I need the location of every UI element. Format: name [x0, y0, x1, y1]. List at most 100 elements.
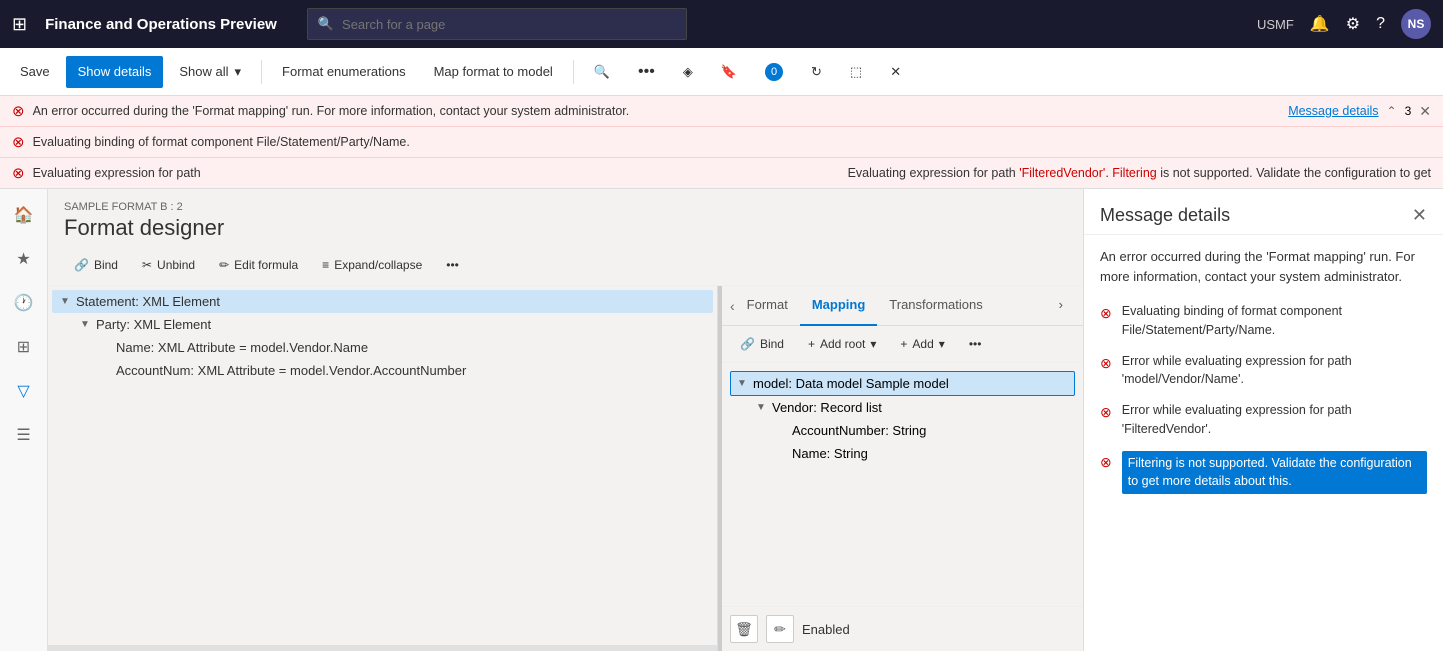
- tab-format[interactable]: Format: [735, 286, 800, 326]
- workspaces-icon[interactable]: ⊞: [9, 329, 38, 365]
- label-vendor: Vendor: Record list: [772, 400, 882, 415]
- bell-icon[interactable]: 🔔: [1310, 14, 1330, 34]
- msg-panel-close-button[interactable]: ✕: [1412, 205, 1427, 226]
- right-pane-bottom: 🗑 ✏ Enabled: [722, 606, 1083, 651]
- delete-icon: 🗑: [735, 621, 753, 638]
- favorites-icon[interactable]: ★: [8, 241, 38, 277]
- model-node-root[interactable]: ▼ model: Data model Sample model: [730, 371, 1075, 396]
- show-details-button[interactable]: Show details: [66, 56, 164, 88]
- msg-text-2: Error while evaluating expression for pa…: [1122, 352, 1427, 390]
- search-box[interactable]: 🔍: [307, 8, 687, 40]
- status-label: Enabled: [802, 622, 850, 637]
- error-icon-2: ⊗: [12, 133, 25, 151]
- msg-text-4: Filtering is not supported. Validate the…: [1122, 451, 1427, 495]
- message-details-panel: Message details ✕ An error occurred duri…: [1083, 189, 1443, 651]
- tree-node-statement[interactable]: ▼ Statement: XML Element: [52, 290, 713, 313]
- message-details-link[interactable]: Message details: [1288, 104, 1378, 118]
- msg-panel-body: An error occurred during the 'Format map…: [1084, 235, 1443, 651]
- bind-button[interactable]: 🔗 Bind: [64, 251, 128, 279]
- mapping-toolbar: 🔗 Bind + Add root ▾ + Add ▾: [722, 326, 1083, 363]
- grid-icon[interactable]: ⊞: [12, 14, 27, 35]
- error-banner: ⊗ An error occurred during the 'Format m…: [0, 96, 1443, 189]
- mapping-more-button[interactable]: •••: [959, 330, 992, 358]
- refresh-button[interactable]: ↻: [799, 56, 834, 88]
- pencil-icon: ✏: [219, 258, 229, 272]
- map-format-to-model-button[interactable]: Map format to model: [422, 56, 565, 88]
- msg-icon-2: ⊗: [1100, 353, 1112, 390]
- link-icon: 🔗: [74, 258, 89, 272]
- diamond-icon-button[interactable]: ◈: [671, 56, 705, 88]
- error-close-button[interactable]: ✕: [1419, 103, 1431, 120]
- msg-icon-3: ⊗: [1100, 402, 1112, 439]
- plus-icon-root: +: [808, 337, 815, 351]
- save-button[interactable]: Save: [8, 56, 62, 88]
- add-root-chevron: ▾: [870, 337, 876, 351]
- label-accountnum: AccountNum: XML Attribute = model.Vendor…: [116, 363, 466, 378]
- environment-label: USMF: [1257, 17, 1294, 32]
- chevron-down-icon: ▾: [235, 64, 242, 80]
- bookmark-icon-button[interactable]: 🔖: [709, 56, 749, 88]
- msg-item-3: ⊗ Error while evaluating expression for …: [1100, 401, 1427, 439]
- right-pane-tabs: ‹ Format Mapping Transformations ›: [722, 286, 1083, 326]
- unbind-button[interactable]: ✂ Unbind: [132, 251, 205, 279]
- tree-node-name[interactable]: Name: XML Attribute = model.Vendor.Name: [92, 336, 713, 359]
- main-toolbar: Save Show details Show all ▾ Format enum…: [0, 48, 1443, 96]
- msg-panel-title: Message details: [1100, 205, 1230, 226]
- error-text-3: Evaluating expression for path: [33, 166, 800, 180]
- msg-item-1: ⊗ Evaluating binding of format component…: [1100, 302, 1427, 340]
- search-toolbar-button[interactable]: 🔍: [582, 56, 622, 88]
- more-options-button[interactable]: •••: [626, 56, 667, 88]
- designer-header: SAMPLE FORMAT B : 2 Format designer: [48, 189, 1083, 245]
- settings-icon[interactable]: ⚙: [1346, 14, 1360, 34]
- mapping-bind-button[interactable]: 🔗 Bind: [730, 330, 794, 358]
- list-icon[interactable]: ☰: [8, 417, 38, 453]
- main-content: SAMPLE FORMAT B : 2 Format designer 🔗 Bi…: [48, 189, 1083, 651]
- format-enumerations-button[interactable]: Format enumerations: [270, 56, 418, 88]
- add-root-button[interactable]: + Add root ▾: [798, 330, 886, 358]
- tab-transformations[interactable]: Transformations: [877, 286, 994, 326]
- designer-subtitle: SAMPLE FORMAT B : 2: [64, 201, 1067, 213]
- app-container: ⊞ Finance and Operations Preview 🔍 USMF …: [0, 0, 1443, 651]
- edit-button[interactable]: ✏: [766, 615, 794, 643]
- msg-icon-1: ⊗: [1100, 303, 1112, 340]
- msg-item-4: ⊗ Filtering is not supported. Validate t…: [1100, 451, 1427, 495]
- error-icon-3: ⊗: [12, 164, 25, 182]
- toolbar-separator-1: [261, 60, 262, 84]
- v-resizer[interactable]: [48, 645, 717, 651]
- badge-button[interactable]: 0: [753, 56, 795, 88]
- error-controls-1: Message details ⌃ 3 ✕: [1288, 103, 1431, 120]
- label-party: Party: XML Element: [96, 317, 211, 332]
- error-text-2: Evaluating binding of format component F…: [33, 135, 1431, 149]
- label-accountnumber: AccountNumber: String: [792, 423, 926, 438]
- tree-node-party[interactable]: ▼ Party: XML Element: [72, 313, 713, 336]
- tree-node-accountnum[interactable]: AccountNum: XML Attribute = model.Vendor…: [92, 359, 713, 382]
- tab-next-icon[interactable]: ›: [1047, 286, 1075, 326]
- expand-collapse-button[interactable]: ≡ Expand/collapse: [312, 251, 432, 279]
- error-text-1: An error occurred during the 'Format map…: [33, 104, 1281, 118]
- designer-more-button[interactable]: •••: [436, 251, 469, 279]
- plus-icon-add: +: [900, 337, 907, 351]
- error-count: 3: [1405, 104, 1412, 118]
- msg-panel-header: Message details ✕: [1084, 189, 1443, 235]
- msg-icon-4: ⊗: [1100, 452, 1112, 495]
- home-icon[interactable]: 🏠: [6, 197, 42, 233]
- user-avatar[interactable]: NS: [1401, 9, 1431, 39]
- designer-toolbar: 🔗 Bind ✂ Unbind ✏ Edit formula ≡ Expand/…: [48, 245, 1083, 286]
- link-icon-mapping: 🔗: [740, 337, 755, 351]
- recent-icon[interactable]: 🕐: [6, 285, 42, 321]
- delete-button[interactable]: 🗑: [730, 615, 758, 643]
- error-row-1: ⊗ An error occurred during the 'Format m…: [0, 96, 1443, 127]
- tab-mapping[interactable]: Mapping: [800, 286, 877, 326]
- model-node-name-string[interactable]: Name: String: [770, 442, 1075, 465]
- filter-icon[interactable]: ▽: [9, 373, 37, 409]
- msg-summary: An error occurred during the 'Format map…: [1100, 247, 1427, 286]
- close-toolbar-button[interactable]: ✕: [878, 56, 913, 88]
- show-all-button[interactable]: Show all ▾: [167, 56, 253, 88]
- model-node-vendor[interactable]: ▼ Vendor: Record list: [750, 396, 1075, 419]
- add-button[interactable]: + Add ▾: [890, 330, 954, 358]
- search-input[interactable]: [342, 17, 676, 32]
- edit-formula-button[interactable]: ✏ Edit formula: [209, 251, 308, 279]
- model-node-accountnumber[interactable]: AccountNumber: String: [770, 419, 1075, 442]
- help-icon[interactable]: ?: [1376, 15, 1385, 33]
- open-button[interactable]: ⬚: [838, 56, 874, 88]
